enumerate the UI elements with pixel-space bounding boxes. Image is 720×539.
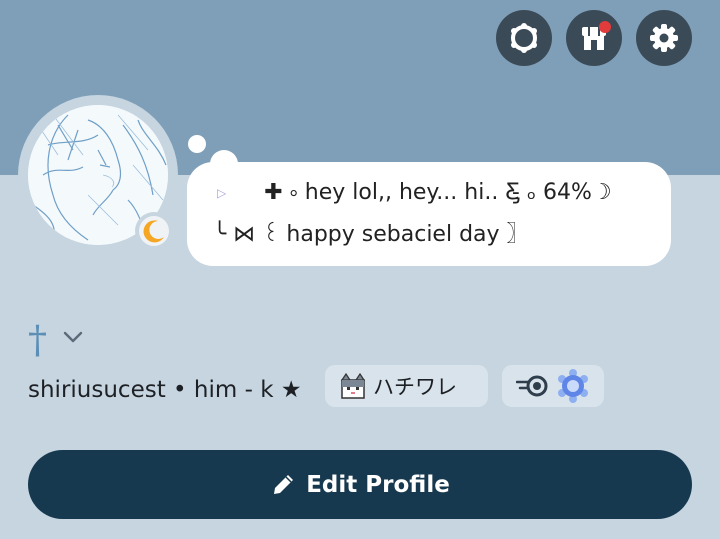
shop-button[interactable] (566, 10, 622, 66)
speed-orb-icon (516, 375, 548, 397)
thought-dot-small (188, 135, 206, 153)
cat-tag-label: ハチワレ (373, 375, 457, 399)
pixel-cat-icon (340, 372, 366, 399)
edit-profile-button[interactable]: Edit Profile (28, 450, 692, 519)
badges-button[interactable] (496, 10, 552, 66)
status-line-1: ▷ ✚ ༚ hey lol,, hey... hi.. Ƹ̵̡ ₒ 64%☽ (213, 172, 647, 214)
status-text-2: ╰ ⋈ ꒰ happy sebaciel day 〗 (213, 222, 529, 247)
status-text-1: ✚ ༚ hey lol,, hey... hi.. Ƹ̵̡ ₒ 64%☽ (264, 180, 612, 205)
wreath-badge-icon (558, 369, 588, 403)
triangle-icon: ▷ (217, 186, 227, 200)
chevron-down-icon[interactable] (62, 330, 84, 344)
profile-name-line: shiriusucest • him - k ★ (28, 377, 302, 403)
wreath-badge-icon (511, 23, 537, 53)
cat-tag[interactable]: ハチワレ (325, 365, 488, 407)
crescent-moon-icon (143, 220, 164, 243)
pronoun-symbol: † (28, 318, 47, 362)
notification-dot (599, 21, 611, 33)
settings-button[interactable] (636, 10, 692, 66)
status-line-2: ╰ ⋈ ꒰ happy sebaciel day 〗 (213, 214, 647, 256)
gear-icon (650, 24, 678, 52)
badges-tag[interactable] (502, 365, 604, 407)
pencil-icon (274, 474, 294, 494)
edit-profile-label: Edit Profile (306, 471, 450, 498)
status-indicator[interactable] (135, 212, 173, 250)
custom-status-bubble[interactable]: ▷ ✚ ༚ hey lol,, hey... hi.. Ƹ̵̡ ₒ 64%☽ ╰… (187, 162, 671, 266)
